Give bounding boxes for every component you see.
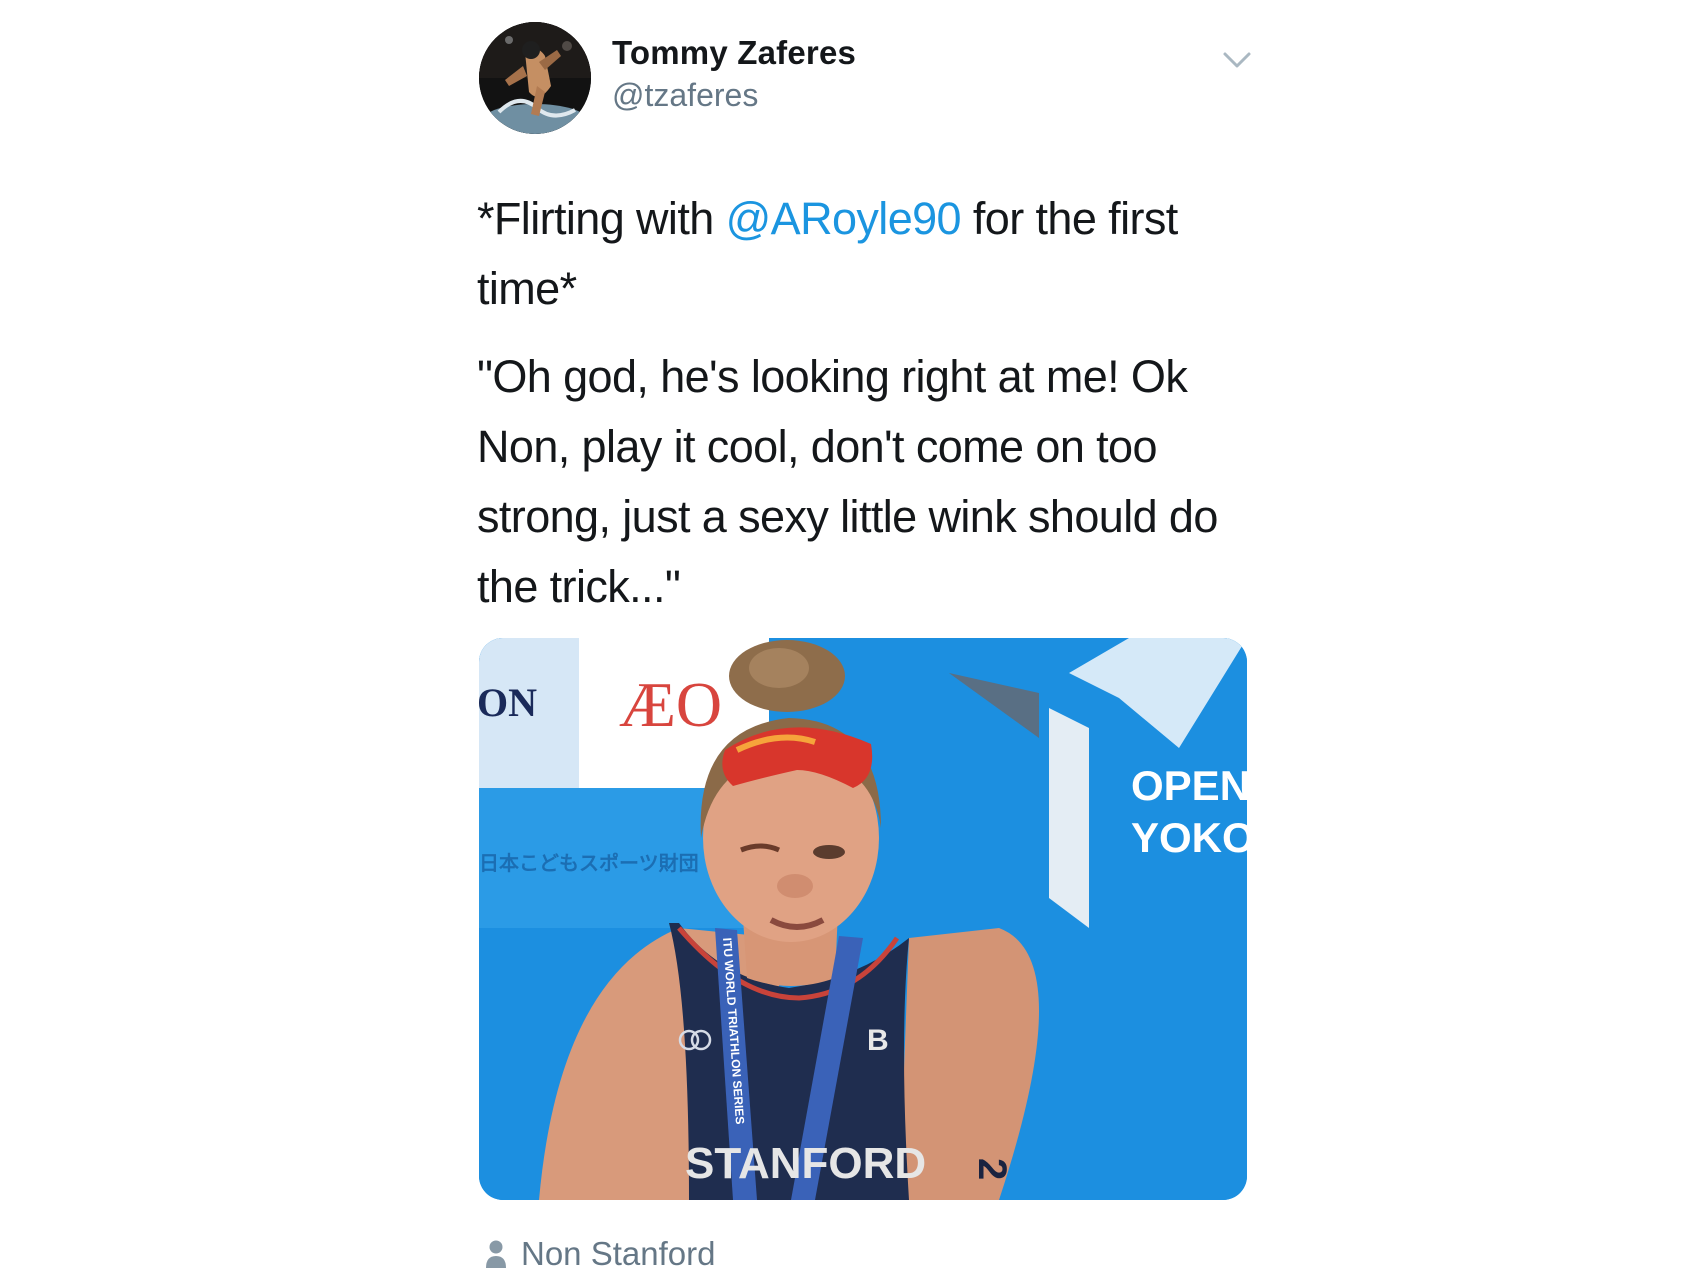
- tagged-person[interactable]: Non Stanford: [485, 1234, 715, 1274]
- triathlete-avatar-icon: [479, 22, 591, 134]
- japanese-banner-text: 日本こどもスポーツ財団: [479, 851, 699, 875]
- brand-mark: B: [867, 1024, 889, 1057]
- avatar[interactable]: [479, 22, 591, 134]
- banner-right-text-1: OPEN: [1131, 762, 1247, 809]
- arm-number-text: 2: [970, 1158, 1014, 1180]
- tweet-text-paragraph: "Oh god, he's looking right at me! Ok No…: [477, 351, 1218, 612]
- tweet-text-prefix: *Flirting with: [477, 193, 726, 244]
- mention-link[interactable]: @ARoyle90: [726, 193, 962, 244]
- photo-scene: ON ÆO 日本こどもスポーツ財団 OPEN YOKO ITU WORLD TR…: [479, 638, 1247, 1200]
- banner-left-text: ON: [479, 680, 537, 725]
- tweet-photo[interactable]: ON ÆO 日本こどもスポーツ財団 OPEN YOKO ITU WORLD TR…: [479, 638, 1247, 1200]
- tagged-name: Non Stanford: [521, 1235, 716, 1272]
- display-name[interactable]: Tommy Zaferes: [612, 34, 856, 72]
- user-handle[interactable]: @tzaferes: [612, 77, 758, 114]
- banner-logo-text: ÆO: [619, 669, 722, 740]
- person-icon: [486, 1240, 506, 1268]
- banner-right-text-2: YOKO: [1131, 814, 1247, 861]
- suit-name-text: STANFORD: [685, 1139, 926, 1188]
- chevron-down-icon[interactable]: [1222, 50, 1252, 70]
- tweet: Tommy Zaferes @tzaferes *Flirting with @…: [0, 0, 1706, 1280]
- tweet-text-line1: *Flirting with @ARoyle90 for the first t…: [477, 184, 1257, 324]
